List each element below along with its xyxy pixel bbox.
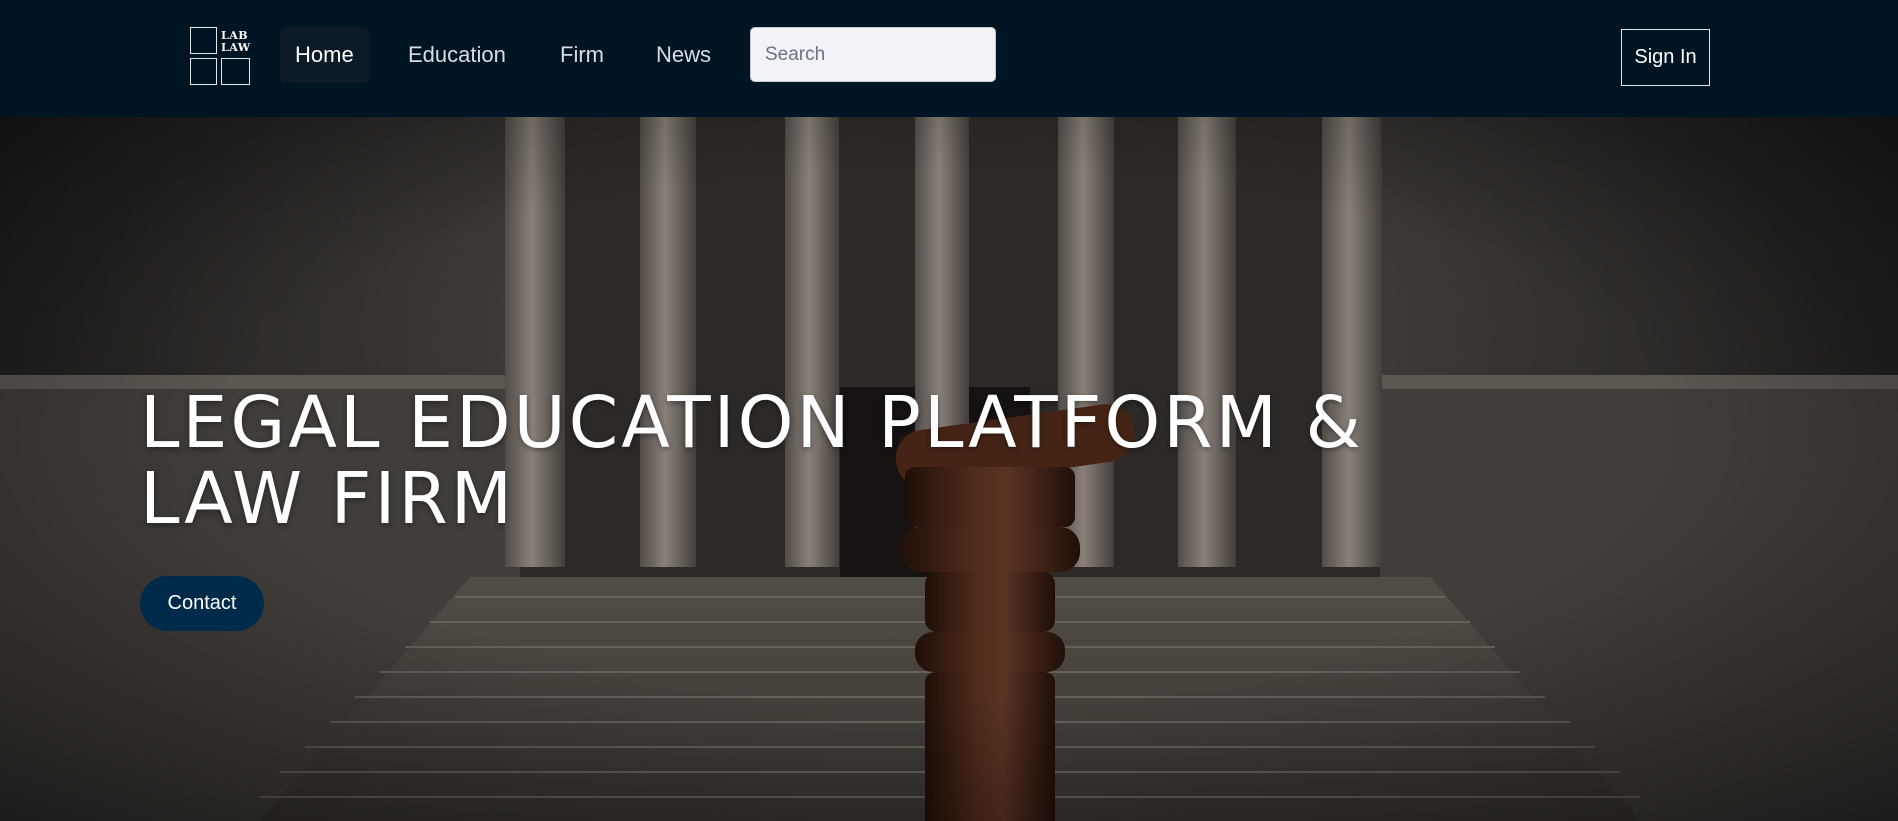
hero-title-line-1: LEGAL EDUCATION PLATFORM &: [140, 381, 1364, 464]
hero-section: LEGAL EDUCATION PLATFORM & LAW FIRM Cont…: [0, 117, 1898, 821]
sign-in-button[interactable]: Sign In: [1621, 29, 1710, 86]
contact-button[interactable]: Contact: [140, 576, 264, 631]
logo-square: [190, 27, 217, 54]
nav-firm[interactable]: Firm: [545, 27, 619, 83]
nav-home[interactable]: Home: [280, 27, 369, 83]
top-navbar: LAB LAW Home Education Firm News Sign In: [0, 0, 1898, 117]
nav-news[interactable]: News: [641, 27, 726, 83]
search-input[interactable]: [750, 27, 996, 82]
hero-title-line-2: LAW FIRM: [140, 457, 516, 540]
nav-education[interactable]: Education: [393, 27, 521, 83]
lab-law-logo[interactable]: LAB LAW: [190, 27, 250, 85]
logo-square: [221, 58, 250, 85]
hero-title: LEGAL EDUCATION PLATFORM & LAW FIRM: [140, 385, 1440, 537]
logo-square: [190, 58, 217, 85]
logo-text-law: LAW: [221, 41, 251, 54]
